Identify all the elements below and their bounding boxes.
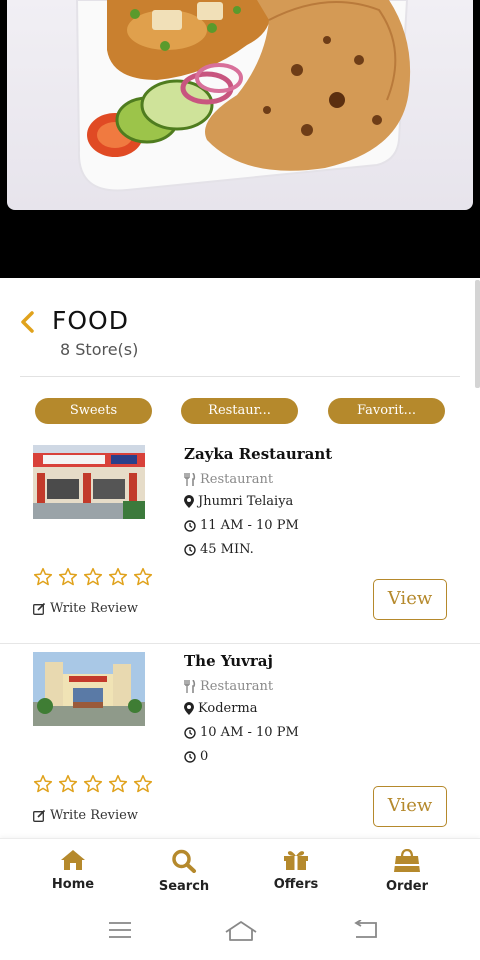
star-outline-icon[interactable] — [108, 774, 128, 794]
page-header: FOOD 8 Store(s) — [0, 300, 480, 378]
chip-sweets[interactable]: Sweets — [35, 398, 152, 424]
star-outline-icon[interactable] — [133, 567, 153, 587]
star-outline-icon[interactable] — [133, 774, 153, 794]
nav-offers[interactable]: Offers — [246, 849, 346, 892]
store-location: Jhumri Telaiya — [184, 494, 293, 509]
home-outline-icon[interactable] — [224, 920, 258, 942]
cutlery-icon — [184, 680, 196, 693]
store-delivery-time: 0 — [184, 749, 208, 764]
star-outline-icon[interactable] — [83, 567, 103, 587]
nav-search[interactable]: Search — [134, 849, 234, 894]
store-card[interactable]: The Yuvraj Restaurant Koderma 10 AM - 10… — [0, 644, 480, 851]
nav-home-label: Home — [51, 877, 95, 892]
store-hours-label: 11 AM - 10 PM — [200, 518, 299, 533]
category-chips: Sweets Restaur... Favorit... — [0, 398, 480, 424]
page-title: FOOD — [52, 306, 129, 335]
store-thumbnail — [33, 652, 145, 726]
star-outline-icon[interactable] — [33, 567, 53, 587]
write-review-link[interactable]: Write Review — [33, 601, 138, 616]
menu-icon[interactable] — [108, 920, 132, 940]
header-divider — [20, 376, 460, 377]
write-review-link[interactable]: Write Review — [33, 808, 138, 823]
write-review-label: Write Review — [50, 601, 139, 616]
map-pin-icon — [184, 702, 194, 715]
store-delivery-time-label: 45 MIN. — [200, 542, 254, 557]
star-outline-icon[interactable] — [58, 567, 78, 587]
store-category: Restaurant — [184, 679, 273, 694]
store-hours: 11 AM - 10 PM — [184, 518, 299, 533]
back-chevron-icon[interactable] — [18, 310, 38, 334]
rating-stars[interactable] — [33, 774, 153, 794]
shopping-bag-icon — [394, 849, 420, 872]
system-navigation-bar — [0, 902, 480, 960]
clock-icon — [184, 543, 196, 556]
hero-banner — [0, 0, 480, 278]
view-button[interactable]: View — [373, 579, 447, 620]
store-category: Restaurant — [184, 472, 273, 487]
star-outline-icon[interactable] — [58, 774, 78, 794]
gift-icon — [284, 851, 308, 870]
back-icon[interactable] — [352, 920, 378, 940]
nav-search-label: Search — [158, 879, 210, 894]
star-outline-icon[interactable] — [33, 774, 53, 794]
clock-icon — [184, 750, 196, 763]
view-button[interactable]: View — [373, 786, 447, 827]
clock-icon — [184, 726, 196, 739]
store-name[interactable]: The Yuvraj — [184, 652, 273, 670]
store-delivery-time: 45 MIN. — [184, 542, 254, 557]
write-review-label: Write Review — [50, 808, 139, 823]
store-category-label: Restaurant — [200, 679, 274, 694]
store-delivery-time-label: 0 — [200, 749, 209, 764]
store-hours-label: 10 AM - 10 PM — [200, 725, 299, 740]
map-pin-icon — [184, 495, 194, 508]
store-hours: 10 AM - 10 PM — [184, 725, 299, 740]
bottom-navigation: Home Search Offers Order — [0, 838, 480, 902]
nav-order-label: Order — [386, 879, 428, 894]
nav-offers-label: Offers — [273, 877, 319, 892]
nav-home[interactable]: Home — [23, 849, 123, 892]
store-card[interactable]: Zayka Restaurant Restaurant Jhumri Telai… — [0, 437, 480, 644]
edit-icon — [33, 602, 46, 615]
store-category-label: Restaurant — [200, 472, 274, 487]
hero-food-image — [7, 0, 473, 210]
rating-stars[interactable] — [33, 567, 153, 587]
clock-icon — [184, 519, 196, 532]
store-location-label: Jhumri Telaiya — [198, 494, 294, 509]
cutlery-icon — [184, 473, 196, 486]
nav-order[interactable]: Order — [357, 849, 457, 894]
search-icon — [172, 849, 196, 873]
star-outline-icon[interactable] — [83, 774, 103, 794]
store-name[interactable]: Zayka Restaurant — [184, 445, 332, 463]
store-thumbnail — [33, 445, 145, 519]
star-outline-icon[interactable] — [108, 567, 128, 587]
store-count: 8 Store(s) — [60, 340, 139, 359]
home-icon — [61, 850, 85, 870]
scrollbar[interactable] — [475, 280, 480, 388]
store-location: Koderma — [184, 701, 258, 716]
chip-restaurant[interactable]: Restaur... — [181, 398, 298, 424]
chip-favorites[interactable]: Favorit... — [328, 398, 445, 424]
store-location-label: Koderma — [198, 701, 258, 716]
edit-icon — [33, 809, 46, 822]
